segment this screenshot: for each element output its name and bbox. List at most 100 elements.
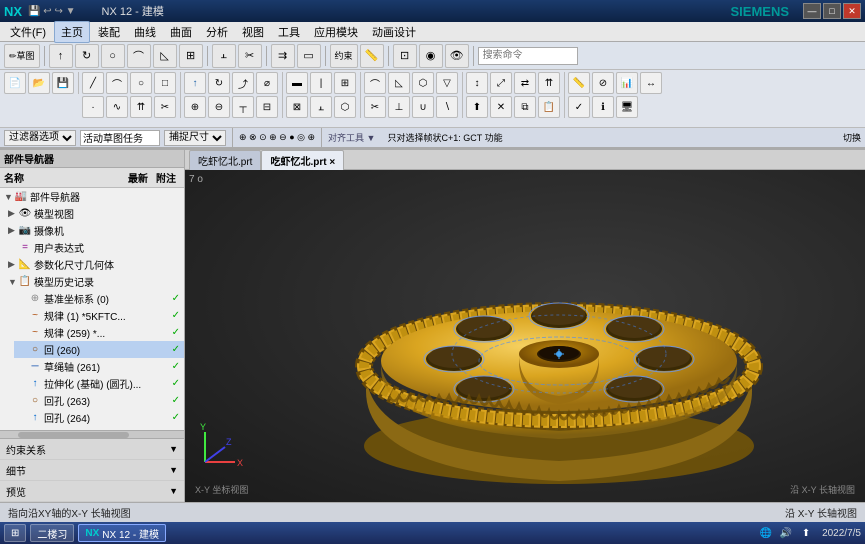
tb-extrude2[interactable]: ↑	[184, 72, 206, 94]
tree-scrollbar[interactable]	[0, 430, 184, 438]
tb-rib[interactable]: ┬	[232, 96, 254, 118]
tb-extrude[interactable]: ↑	[49, 44, 73, 68]
tb-blend[interactable]: ⌀	[256, 72, 278, 94]
tb-paste-face[interactable]: 📋	[538, 96, 560, 118]
tb-pull-face[interactable]: ⬆	[466, 96, 488, 118]
tb-fillet[interactable]: ⌒	[127, 44, 151, 68]
tb-hole[interactable]: ○	[101, 44, 125, 68]
tb-view-orient[interactable]: ⊡	[393, 44, 417, 68]
viewport-canvas[interactable]: 7 o	[185, 170, 865, 502]
tb-measure[interactable]: 📏	[360, 44, 384, 68]
menu-animation[interactable]: 动画设计	[366, 22, 422, 42]
tb-save[interactable]: 💾	[52, 72, 74, 94]
tb-datum-axis[interactable]: |	[310, 72, 332, 94]
section-details-header[interactable]: 细节 ▼	[0, 460, 184, 480]
menu-view[interactable]: 视图	[236, 22, 270, 42]
tb-trim[interactable]: ✂	[238, 44, 262, 68]
tb-open[interactable]: 📂	[28, 72, 50, 94]
tb-mirror2[interactable]: ⫠	[310, 96, 332, 118]
tb-delete-face[interactable]: ✕	[490, 96, 512, 118]
tb-spline[interactable]: ∿	[106, 96, 128, 118]
tb-check[interactable]: ✓	[568, 96, 590, 118]
tb-mirror[interactable]: ⫠	[212, 44, 236, 68]
tree-item-262[interactable]: ▶ ↑ 拉伸化 (基础) (圆孔)... ✓	[14, 375, 184, 392]
filter-select[interactable]: 过滤器选项	[4, 130, 76, 146]
tb-slot[interactable]: ⊟	[256, 96, 278, 118]
tree-root[interactable]: ▼ 🏭 部件导航器	[0, 188, 184, 205]
start-button[interactable]: ⊞	[4, 524, 26, 542]
tree-item-263[interactable]: ▶ ○ 回孔 (263) ✓	[14, 392, 184, 409]
tree-expressions[interactable]: ▶ = 用户表达式	[4, 239, 184, 256]
tb-datum-csys[interactable]: ⊞	[334, 72, 356, 94]
filter-input[interactable]	[80, 130, 160, 146]
tb-trim-body[interactable]: ✂	[364, 96, 386, 118]
menu-tools[interactable]: 工具	[272, 22, 306, 42]
menu-assembly[interactable]: 装配	[92, 22, 126, 42]
tb-offset-curve[interactable]: ⇈	[130, 96, 152, 118]
tree-history[interactable]: ▼ 📋 模型历史记录	[4, 273, 184, 290]
tb-hide[interactable]: 👁	[445, 44, 469, 68]
menu-curve[interactable]: 曲线	[128, 22, 162, 42]
tb-chamfer[interactable]: ◺	[153, 44, 177, 68]
vp-tab-1[interactable]: 吃虾忆北.prt	[189, 150, 261, 170]
tb-line[interactable]: ╱	[82, 72, 104, 94]
tb-chamfer2[interactable]: ◺	[388, 72, 410, 94]
tree-item-261[interactable]: ▶ ─ 草绳轴 (261) ✓	[14, 358, 184, 375]
section-preview-header[interactable]: 预览 ▼	[0, 481, 184, 501]
tb-move-face[interactable]: ↕	[466, 72, 488, 94]
maximize-button[interactable]: □	[823, 3, 841, 19]
tree-param-geom[interactable]: ▶ 📐 参数化尺寸几何体	[4, 256, 184, 273]
menu-home[interactable]: 主页	[54, 21, 90, 43]
tb-trim-curve[interactable]: ✂	[154, 96, 176, 118]
tb-revolve[interactable]: ↻	[75, 44, 99, 68]
menu-file[interactable]: 文件(F)	[4, 22, 52, 42]
tb-edge-blend[interactable]: ⌒	[364, 72, 386, 94]
taskbar-app-1[interactable]: 二楼习	[30, 524, 74, 542]
tb-pattern[interactable]: ⊞	[179, 44, 203, 68]
tb-constraint[interactable]: 约束	[330, 44, 358, 68]
tb-clearance[interactable]: ↔	[640, 72, 662, 94]
tb-measure2[interactable]: 📏	[568, 72, 590, 94]
tree-item-260[interactable]: ▶ ○ 回 (260) ✓	[14, 341, 184, 358]
tb-new[interactable]: 📄	[4, 72, 26, 94]
vp-tab-2[interactable]: 吃虾忆北.prt ×	[261, 150, 344, 170]
tb-datum-plane[interactable]: ▬	[286, 72, 308, 94]
tb-resize-face[interactable]: ⤢	[490, 72, 512, 94]
tb-shell[interactable]: ⬡	[412, 72, 434, 94]
tb-offset-face[interactable]: ⇈	[538, 72, 560, 94]
tb-taper[interactable]: ▽	[436, 72, 458, 94]
search-input[interactable]	[478, 47, 578, 65]
tb-offset[interactable]: ⇉	[271, 44, 295, 68]
tb-combine[interactable]: ∪	[412, 96, 434, 118]
tb-boss[interactable]: ⊕	[184, 96, 206, 118]
tb-point[interactable]: ·	[82, 96, 104, 118]
tb-face[interactable]: ▭	[297, 44, 321, 68]
section-constraints-header[interactable]: 约束关系 ▼	[0, 439, 184, 459]
tree-camera[interactable]: ▶ 📷 摄像机	[4, 222, 184, 239]
menu-app-module[interactable]: 应用模块	[308, 22, 364, 42]
tb-pocket[interactable]: ⊖	[208, 96, 230, 118]
tb-display[interactable]: 🖥	[616, 96, 638, 118]
menu-surface[interactable]: 曲面	[164, 22, 198, 42]
tb-split[interactable]: ⊥	[388, 96, 410, 118]
tb-revolve2[interactable]: ↻	[208, 72, 230, 94]
tb-subtract[interactable]: ∖	[436, 96, 458, 118]
tree-item-264[interactable]: ▶ ↑ 回孔 (264) ✓	[14, 409, 184, 426]
tb-circle[interactable]: ○	[130, 72, 152, 94]
tb-group-feature[interactable]: ⬡	[334, 96, 356, 118]
close-button[interactable]: ✕	[843, 3, 861, 19]
tb-info[interactable]: ℹ	[592, 96, 614, 118]
tree-datum-csys[interactable]: ▶ ⊕ 基准坐标系 (0) ✓	[14, 290, 184, 307]
tb-section[interactable]: ⊘	[592, 72, 614, 94]
tree-rule1[interactable]: ▶ ~ 规律 (1) *5KFTC... ✓	[14, 307, 184, 324]
tb-arc[interactable]: ⌒	[106, 72, 128, 94]
tb-pattern2[interactable]: ⊠	[286, 96, 308, 118]
tb-analyze[interactable]: 📊	[616, 72, 638, 94]
snap-select[interactable]: 捕捉尺寸	[164, 130, 226, 146]
tb-rect[interactable]: □	[154, 72, 176, 94]
tree-model-views[interactable]: ▶ 👁 模型视图	[4, 205, 184, 222]
menu-analysis[interactable]: 分析	[200, 22, 234, 42]
tb-shading[interactable]: ◉	[419, 44, 443, 68]
taskbar-nx[interactable]: NX NX 12 - 建模	[78, 524, 166, 542]
tree-rule2[interactable]: ▶ ~ 规律 (259) *... ✓	[14, 324, 184, 341]
